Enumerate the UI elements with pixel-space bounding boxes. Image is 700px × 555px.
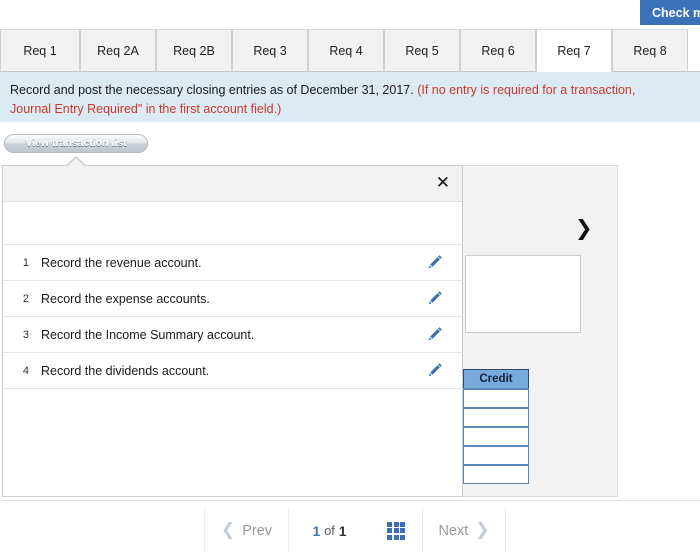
modal-header: ✕ — [3, 166, 462, 202]
prev-button[interactable]: ❮ Prev — [204, 508, 288, 553]
page-indicator: 1 of 1 — [288, 508, 370, 553]
transaction-row[interactable]: 1 Record the revenue account. — [3, 244, 462, 280]
credit-cell[interactable] — [463, 464, 529, 484]
check-my-work-button[interactable]: Check my work — [640, 0, 700, 25]
transaction-description: Record the revenue account. — [41, 255, 202, 270]
modal-body: 1 Record the revenue account. 2 Record t… — [3, 202, 462, 496]
transaction-row[interactable]: 4 Record the dividends account. — [3, 352, 462, 388]
tab-label: Req 6 — [481, 43, 515, 58]
instruction-line-1: Record and post the necessary closing en… — [10, 81, 690, 100]
credit-column-table: Credit — [463, 369, 529, 484]
tab-req-3[interactable]: Req 3 — [232, 29, 308, 71]
credit-cell[interactable] — [463, 445, 529, 465]
pencil-icon — [428, 255, 442, 269]
tab-req-1[interactable]: Req 1 — [0, 29, 80, 71]
tab-req-2b[interactable]: Req 2B — [156, 29, 232, 71]
page-of-label: of — [324, 523, 335, 538]
transaction-list-modal: ✕ 1 Record the revenue account. 2 Record… — [2, 156, 463, 497]
modal-caret — [67, 158, 85, 166]
close-icon[interactable]: ✕ — [436, 173, 450, 193]
transaction-row[interactable]: 2 Record the expense accounts. — [3, 280, 462, 316]
journal-note-box[interactable] — [465, 255, 581, 333]
chevron-right-icon[interactable]: ❯ — [575, 218, 593, 239]
transaction-description: Record the dividends account. — [41, 363, 210, 378]
requirement-tabs: Req 1 Req 2A Req 2B Req 3 Req 4 Req 5 Re… — [0, 29, 700, 72]
pencil-icon — [428, 327, 442, 341]
app-root: Check my work Req 1 Req 2A Req 2B Req 3 … — [0, 0, 700, 555]
edit-transaction-button[interactable] — [408, 254, 462, 272]
tab-req-4[interactable]: Req 4 — [308, 29, 384, 71]
pencil-icon — [428, 363, 442, 377]
total-pages: 1 — [338, 522, 347, 539]
tab-req-2a[interactable]: Req 2A — [80, 29, 156, 71]
edit-transaction-button[interactable] — [408, 326, 462, 344]
tab-label: Req 3 — [253, 43, 287, 58]
prev-label: Prev — [242, 522, 273, 539]
tab-label: Req 5 — [405, 43, 439, 58]
next-button[interactable]: Next ❯ — [422, 508, 506, 553]
credit-cell[interactable] — [463, 407, 529, 427]
transaction-description: Record the expense accounts. — [41, 291, 210, 306]
pagination-bar: ❮ Prev 1 of 1 Next ❯ — [204, 508, 508, 553]
tab-label: Req 8 — [633, 43, 667, 58]
transaction-description: Record the Income Summary account. — [41, 327, 255, 342]
tab-req-8[interactable]: Req 8 — [612, 29, 688, 71]
instruction-banner: Record and post the necessary closing en… — [0, 72, 700, 122]
credit-cell[interactable] — [463, 388, 529, 408]
next-label: Next — [438, 522, 469, 539]
edit-transaction-button[interactable] — [408, 290, 462, 308]
modal-body-spacer — [3, 202, 462, 244]
tab-label: Req 7 — [557, 43, 591, 58]
tab-req-5[interactable]: Req 5 — [384, 29, 460, 71]
tab-req-7[interactable]: Req 7 — [536, 29, 612, 72]
instruction-hint-part-1: (If no entry is required for a transacti… — [417, 83, 636, 97]
pencil-icon — [428, 291, 442, 305]
current-page: 1 — [312, 522, 321, 539]
chevron-right-icon: ❯ — [475, 520, 490, 540]
grid-view-icon — [387, 521, 405, 540]
tab-label: Req 1 — [23, 43, 57, 58]
credit-column-header: Credit — [463, 369, 529, 389]
transaction-number: 3 — [22, 328, 29, 341]
tab-req-6[interactable]: Req 6 — [460, 29, 536, 71]
view-transaction-list-button[interactable]: View transaction list — [4, 134, 148, 153]
instruction-main-text: Record and post the necessary closing en… — [10, 83, 414, 97]
credit-cell[interactable] — [463, 426, 529, 446]
tab-label: Req 2A — [97, 43, 139, 58]
transaction-number: 2 — [22, 292, 29, 305]
chevron-left-icon: ❮ — [220, 520, 236, 540]
bottom-divider — [0, 500, 700, 501]
transaction-row[interactable]: 3 Record the Income Summary account. — [3, 316, 462, 352]
tab-label: Req 4 — [329, 43, 363, 58]
transaction-list-bottom-divider — [3, 388, 462, 389]
tab-label: Req 2B — [173, 43, 215, 58]
grid-view-button[interactable] — [370, 508, 422, 553]
transaction-number: 4 — [22, 364, 29, 377]
edit-transaction-button[interactable] — [408, 362, 462, 380]
instruction-hint-part-2: Journal Entry Required" in the first acc… — [10, 102, 282, 116]
transaction-number: 1 — [22, 256, 29, 269]
